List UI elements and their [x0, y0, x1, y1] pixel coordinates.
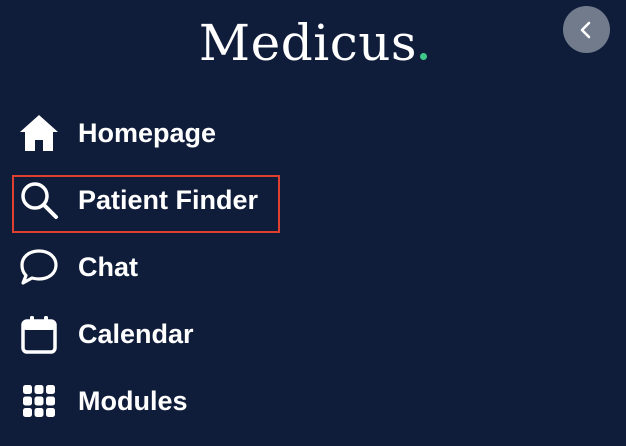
sidebar-item-label: Homepage — [78, 117, 217, 148]
chevron-left-icon — [580, 21, 590, 38]
chat-bubble-icon — [18, 246, 60, 288]
sidebar-item-label: Chat — [78, 251, 138, 282]
sidebar-item-chat[interactable]: Chat — [18, 234, 138, 300]
grid-icon — [18, 380, 60, 422]
brand-name: Medicus — [198, 14, 418, 72]
sidebar-item-label: Calendar — [78, 318, 194, 349]
calendar-icon — [18, 313, 60, 355]
brand-logo: Medicus — [0, 12, 626, 74]
sidebar-panel: Medicus Homepage Patient Finder Chat Cal… — [0, 0, 626, 446]
brand-dot — [420, 53, 428, 60]
collapse-sidebar-button[interactable] — [563, 6, 610, 53]
sidebar-item-homepage[interactable]: Homepage — [18, 100, 216, 166]
home-icon — [18, 112, 60, 154]
sidebar-item-calendar[interactable]: Calendar — [18, 301, 194, 367]
sidebar-item-patient-finder[interactable]: Patient Finder — [18, 167, 258, 233]
sidebar-item-label: Modules — [78, 385, 188, 416]
search-icon — [18, 179, 60, 221]
sidebar-item-label: Patient Finder — [78, 184, 259, 215]
sidebar-item-modules[interactable]: Modules — [18, 368, 188, 434]
